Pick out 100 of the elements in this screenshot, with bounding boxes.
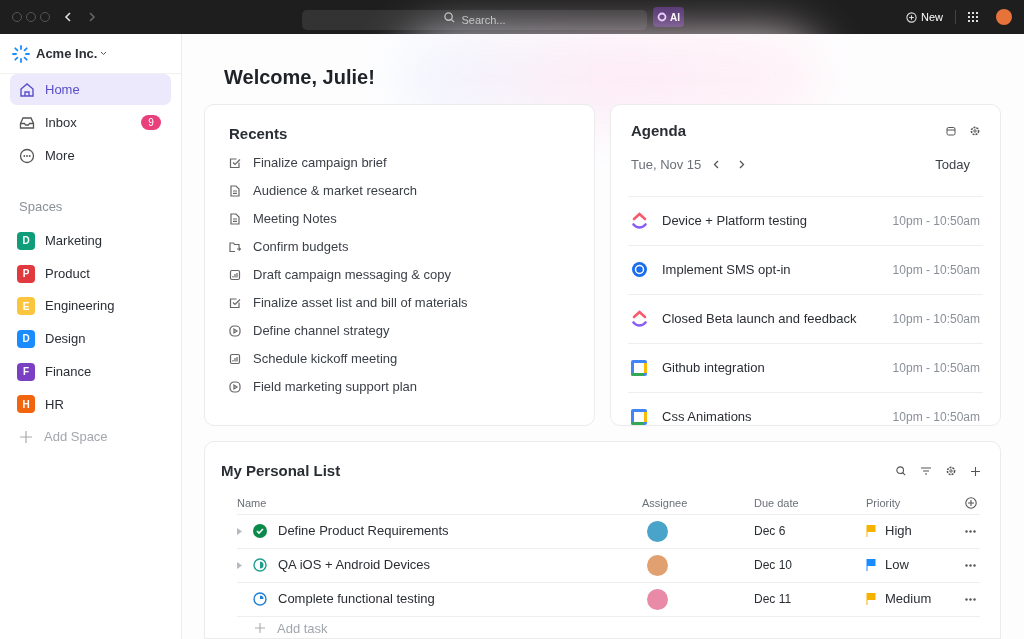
caret-icon — [100, 51, 108, 56]
event-time: 10pm - 10:50am — [892, 359, 980, 377]
unread-badge: 9 — [141, 115, 161, 130]
space-avatar: H — [17, 395, 35, 414]
document-icon — [229, 185, 241, 197]
event-time: 10pm - 10:50am — [892, 261, 980, 279]
task-icon — [229, 157, 241, 169]
priority-label[interactable]: High — [885, 521, 912, 541]
event-title[interactable]: Closed Beta launch and feedback — [662, 308, 893, 329]
recent-item[interactable]: Field marketing support plan — [229, 373, 570, 401]
next-icon[interactable] — [739, 160, 746, 169]
app-logo-icon — [631, 261, 648, 278]
space-avatar: E — [17, 297, 35, 316]
recent-item[interactable]: Audience & market research — [229, 177, 570, 205]
space-item[interactable]: H HR — [17, 387, 164, 421]
space-item[interactable]: E Engineering — [17, 289, 164, 323]
recent-item[interactable]: Meeting Notes — [229, 205, 570, 233]
more-options-icon[interactable] — [965, 597, 976, 601]
nav-item[interactable]: Home — [10, 74, 171, 105]
plus-icon — [255, 623, 265, 634]
quarter-status-icon[interactable] — [253, 592, 267, 606]
event-time: 10pm - 10:50am — [892, 408, 980, 426]
recent-item[interactable]: Draft campaign messaging & copy — [229, 261, 570, 289]
recent-item[interactable]: Define channel strategy — [229, 317, 570, 345]
space-item[interactable]: F Finance — [17, 355, 164, 388]
inbox-icon — [19, 114, 35, 131]
search-icon[interactable] — [896, 466, 906, 477]
section-heading: Spaces — [18, 198, 64, 216]
task-name[interactable]: QA iOS + Android Devices — [278, 555, 431, 575]
space-item[interactable]: D Design — [17, 322, 164, 356]
previous-icon[interactable] — [713, 160, 720, 169]
new-button[interactable]: New — [906, 8, 943, 26]
priority-label[interactable]: Medium — [885, 589, 932, 609]
workspace-switcher[interactable]: Acme Inc. — [36, 43, 108, 64]
workspace-logo-icon — [12, 44, 30, 63]
recent-item[interactable]: Schedule kickoff meeting — [229, 345, 570, 373]
ai-icon — [657, 12, 667, 22]
back-icon[interactable] — [64, 12, 72, 22]
home-icon — [19, 81, 35, 98]
nav-item[interactable]: Inbox 9 — [10, 107, 171, 138]
space-avatar: F — [17, 362, 35, 381]
card-title: Recents — [229, 124, 289, 143]
forward-icon[interactable] — [88, 12, 96, 22]
recent-item[interactable]: Finalize asset list and bill of materials — [229, 289, 570, 317]
column-header: Assignee — [642, 495, 689, 511]
app-logo-icon — [631, 309, 648, 328]
apps-grid-icon[interactable] — [968, 12, 978, 22]
user-avatar[interactable] — [996, 9, 1012, 25]
add-column-icon[interactable] — [965, 497, 977, 509]
task-icon — [229, 297, 241, 309]
space-avatar: D — [17, 329, 35, 348]
chart-icon — [229, 269, 241, 281]
task-name[interactable]: Complete functional testing — [278, 589, 435, 609]
nav-item[interactable]: More — [10, 140, 171, 171]
space-item[interactable]: D Marketing — [17, 224, 164, 258]
due-date: Dec 6 — [754, 523, 787, 540]
app-logo-icon — [631, 211, 648, 230]
space-avatar: D — [17, 231, 35, 250]
play-icon — [229, 325, 241, 337]
event-title[interactable]: Github integration — [662, 357, 893, 378]
task-name[interactable]: Define Product Requirements — [278, 521, 449, 541]
document-icon — [229, 213, 241, 225]
due-date: Dec 10 — [754, 557, 794, 574]
calendar-app-icon — [631, 359, 647, 376]
column-header: Name — [237, 495, 268, 511]
card-title: Agenda — [631, 121, 687, 141]
recent-item[interactable]: Finalize campaign brief — [229, 149, 570, 177]
space-item[interactable]: P Product — [17, 257, 164, 290]
event-time: 10pm - 10:50am — [892, 310, 980, 328]
event-title[interactable]: Device + Platform testing — [662, 210, 893, 231]
completed-status-icon[interactable] — [253, 524, 267, 538]
more-options-icon[interactable] — [965, 563, 976, 567]
space-avatar: P — [17, 264, 35, 283]
more-icon — [19, 147, 35, 164]
chart-icon — [229, 353, 241, 365]
plus-icon — [906, 11, 917, 23]
ai-button[interactable]: AI — [653, 7, 684, 27]
event-title[interactable]: Implement SMS opt-in — [662, 259, 893, 280]
column-header: Due date — [754, 495, 800, 511]
assignee-avatar[interactable] — [647, 520, 668, 542]
priority-label[interactable]: Low — [885, 555, 909, 575]
welcome-heading: Welcome, Julie! — [224, 65, 376, 90]
event-title[interactable]: Css Animations — [662, 406, 893, 427]
settings-icon[interactable] — [970, 126, 980, 137]
column-header: Priority — [866, 495, 902, 511]
search-field[interactable]: Search... — [302, 10, 647, 30]
plus-icon[interactable] — [971, 466, 980, 476]
folder-icon — [229, 241, 241, 253]
due-date: Dec 11 — [754, 591, 793, 608]
settings-icon[interactable] — [946, 466, 956, 477]
calendar-icon[interactable] — [946, 126, 956, 137]
plus-icon — [20, 430, 32, 443]
recent-item[interactable]: Confirm budgets — [229, 233, 570, 261]
today-button[interactable]: Today — [935, 154, 970, 175]
more-options-icon[interactable] — [965, 529, 976, 533]
play-icon — [229, 381, 241, 393]
card-title: My Personal List — [221, 461, 342, 481]
half-status-icon[interactable] — [253, 558, 267, 572]
agenda-date: Tue, Nov 15 — [631, 155, 702, 174]
search-icon — [444, 12, 455, 23]
